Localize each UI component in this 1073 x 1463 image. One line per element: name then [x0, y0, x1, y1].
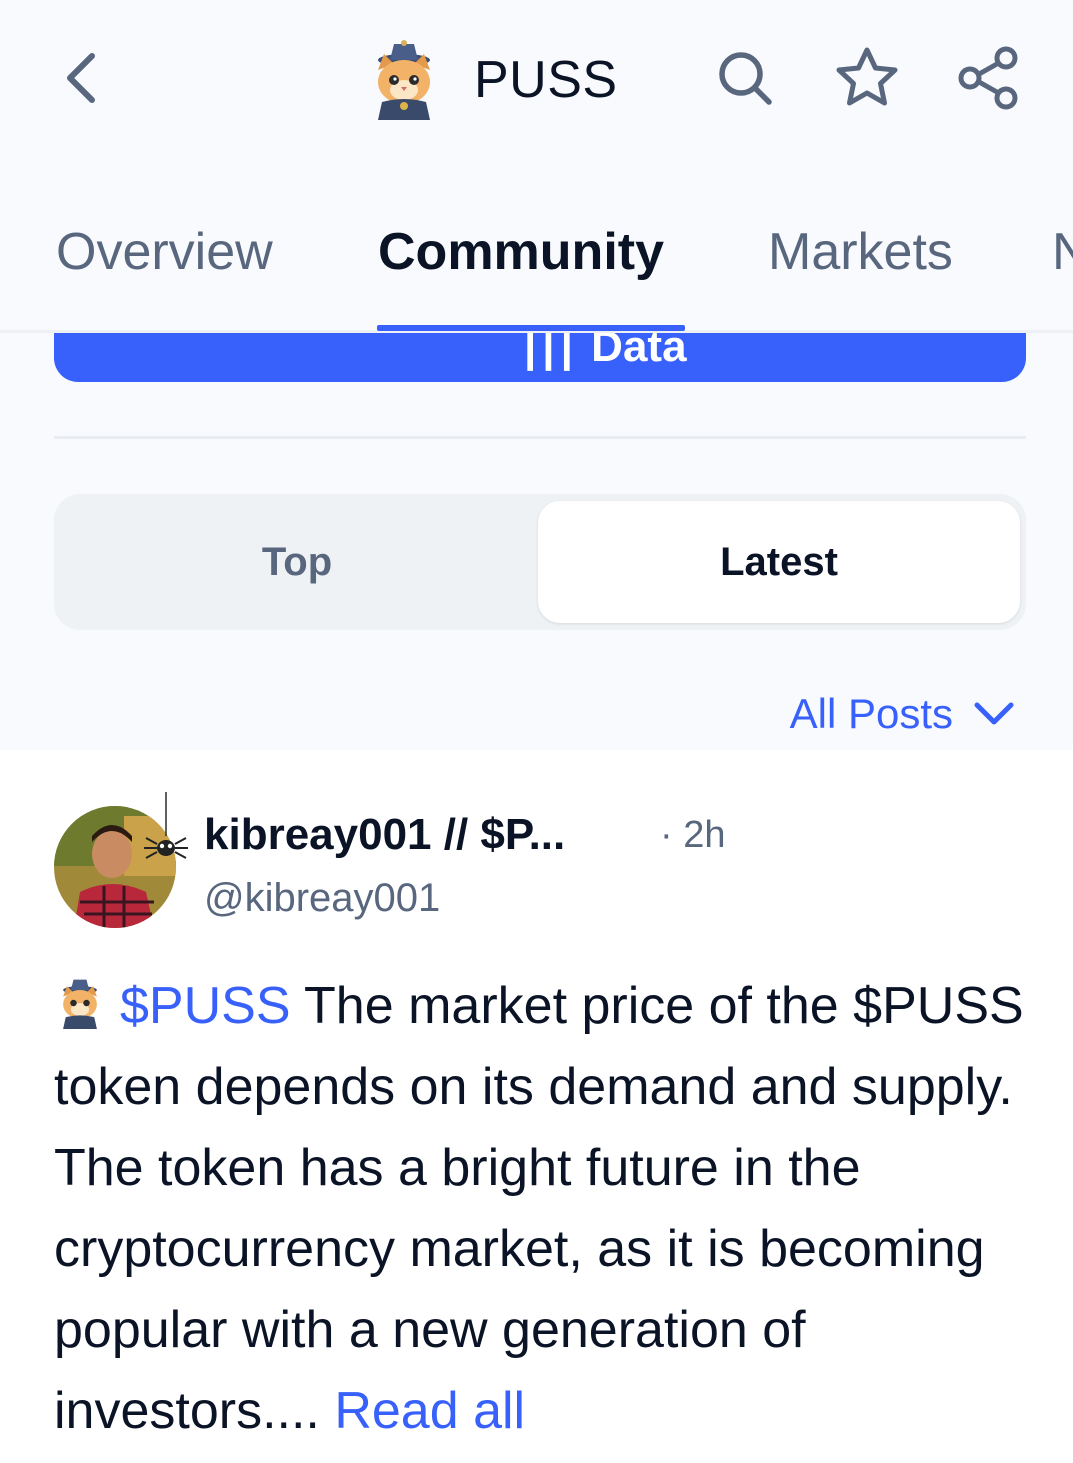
back-button[interactable] [52, 40, 112, 116]
tab-news[interactable]: N [1052, 222, 1073, 282]
share-icon [958, 46, 1018, 110]
coin-title: PUSS [364, 38, 618, 122]
segment-latest[interactable]: Latest [538, 501, 1020, 623]
post-body: $PUSS The market price of the $PUSS toke… [54, 966, 1044, 1452]
all-posts-filter[interactable]: All Posts [790, 690, 1015, 738]
cat-wizard-logo-icon [63, 979, 97, 1029]
post-text: The market price of the $PUSS token depe… [54, 977, 1024, 1440]
post-time: · 2h [660, 814, 726, 856]
section-divider [54, 436, 1026, 439]
coin-name: PUSS [474, 51, 618, 109]
search-icon [719, 52, 772, 105]
sort-segmented-control: Top Latest [54, 494, 1026, 630]
active-tab-indicator [377, 325, 685, 331]
search-button[interactable] [710, 40, 780, 116]
chevron-left-icon [67, 53, 95, 103]
watchlist-star-button[interactable] [832, 40, 902, 116]
share-button[interactable] [954, 40, 1024, 116]
segment-top[interactable]: Top [54, 494, 540, 630]
tab-bar: Overview Community Markets N [0, 200, 1073, 333]
star-icon [836, 47, 898, 106]
tab-overview[interactable]: Overview [56, 222, 273, 282]
filter-label: All Posts [789, 690, 953, 737]
author-name[interactable]: kibreay001 // $P... [204, 810, 565, 860]
author-handle[interactable]: @kibreay001 [204, 876, 440, 921]
cat-wizard-logo-icon [378, 40, 430, 120]
chevron-down-icon [974, 702, 1014, 725]
read-all-link[interactable]: Read all [334, 1382, 525, 1440]
tab-markets[interactable]: Markets [768, 222, 953, 282]
spider-decoration-icon [144, 792, 188, 859]
tab-community[interactable]: Community [378, 222, 664, 282]
cashtag-link[interactable]: $PUSS [120, 977, 291, 1035]
header: PUSS [0, 0, 1073, 160]
